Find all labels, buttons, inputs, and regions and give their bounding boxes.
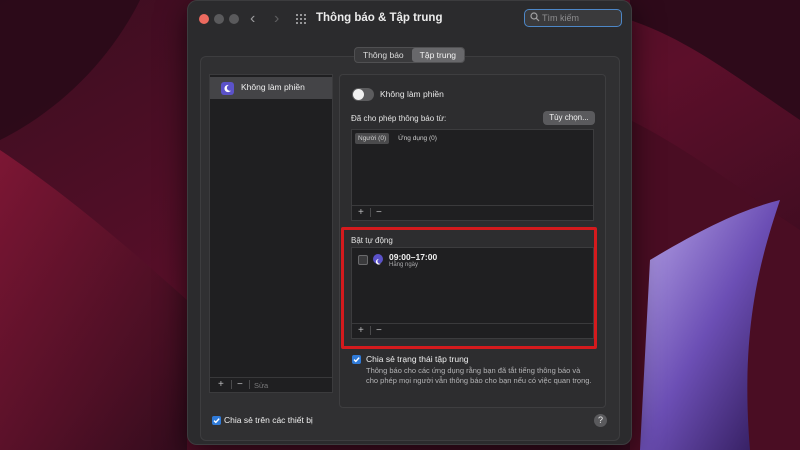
- allowed-subtabs: Người (0) Ứng dụng (0): [355, 133, 440, 144]
- tab-people[interactable]: Người (0): [355, 133, 390, 144]
- allowed-notifications-label: Đã cho phép thông báo từ:: [351, 114, 447, 123]
- divider: [231, 380, 232, 389]
- share-focus-status-label: Chia sẻ trạng thái tập trung: [366, 354, 469, 364]
- add-focus-button[interactable]: +: [218, 378, 224, 391]
- checkmark-icon: [353, 357, 360, 363]
- dnd-toggle-switch[interactable]: [352, 88, 374, 101]
- edit-focus-button[interactable]: Sửa: [254, 379, 268, 392]
- dnd-toggle-label: Không làm phiền: [380, 89, 444, 99]
- search-field[interactable]: [524, 9, 622, 27]
- allowed-list-box: Người (0) Ứng dụng (0) + −: [351, 129, 594, 221]
- sidebar-footer: + − Sửa: [210, 377, 332, 392]
- show-all-grid-icon[interactable]: [296, 14, 307, 25]
- moon-icon: [221, 82, 234, 95]
- remove-focus-button[interactable]: −: [237, 378, 243, 391]
- share-focus-status-description: Thông báo cho các ứng dụng rằng bạn đã t…: [366, 366, 592, 385]
- remove-allowed-button[interactable]: −: [376, 206, 382, 219]
- search-icon: [530, 12, 540, 22]
- zoom-window-button[interactable]: [229, 14, 239, 24]
- tab-apps[interactable]: Ứng dụng (0): [395, 133, 440, 144]
- back-button[interactable]: ‹: [250, 10, 255, 28]
- tab-focus[interactable]: Tập trung: [411, 48, 465, 62]
- divider: [249, 380, 250, 389]
- forward-button[interactable]: ›: [274, 10, 279, 28]
- sidebar-item-do-not-disturb[interactable]: Không làm phiền: [210, 77, 332, 99]
- checkmark-icon: [213, 418, 220, 424]
- help-button[interactable]: ?: [594, 414, 607, 427]
- tab-notifications[interactable]: Thông báo: [355, 48, 412, 62]
- sidebar-item-label: Không làm phiền: [241, 82, 305, 92]
- focus-sidebar: Không làm phiền + − Sửa: [209, 74, 333, 393]
- allowed-list-footer: + −: [352, 205, 593, 220]
- divider: [370, 208, 371, 217]
- share-across-devices-checkbox[interactable]: [212, 416, 221, 425]
- segmented-tabs: Thông báo Tập trung: [354, 47, 466, 63]
- options-button[interactable]: Tùy chọn...: [543, 111, 595, 125]
- share-focus-status-checkbox[interactable]: [352, 355, 361, 364]
- search-input[interactable]: [542, 11, 618, 25]
- minimize-window-button[interactable]: [214, 14, 224, 24]
- add-allowed-button[interactable]: +: [358, 206, 364, 219]
- annotation-highlight-box: [341, 227, 597, 349]
- title-bar: ‹ › Thông báo & Tập trung: [188, 1, 631, 37]
- share-across-devices-label: Chia sẻ trên các thiết bị: [224, 415, 313, 425]
- toggle-knob: [353, 89, 364, 100]
- close-window-button[interactable]: [199, 14, 209, 24]
- window-title: Thông báo & Tập trung: [316, 12, 443, 24]
